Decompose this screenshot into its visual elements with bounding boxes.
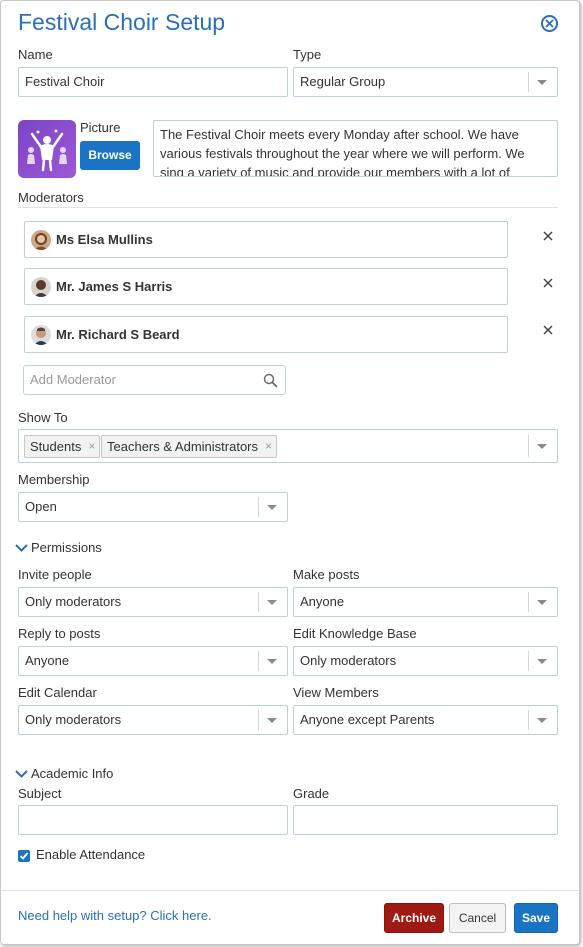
select-divider (528, 710, 529, 730)
edit-knowledge-base-select[interactable]: Only moderators (293, 646, 558, 676)
chevron-down-icon (15, 544, 28, 552)
moderator-name: Mr. Richard S Beard (56, 327, 180, 342)
view-members-value: Anyone except Parents (300, 712, 435, 727)
tag-label: Teachers & Administrators (107, 439, 259, 454)
make-posts-value: Anyone (300, 594, 345, 609)
check-icon (19, 852, 29, 860)
avatar (31, 230, 51, 250)
select-divider (258, 592, 259, 612)
select-divider (258, 710, 259, 730)
edit-calendar-value: Only moderators (25, 712, 122, 727)
add-moderator-input[interactable]: Add Moderator (23, 365, 286, 395)
membership-label: Membership (18, 472, 90, 487)
show-to-multiselect[interactable]: Students × Teachers & Administrators × (18, 429, 558, 463)
reply-to-posts-value: Anyone (25, 653, 70, 668)
moderator-card: Mr. Richard S Beard (24, 316, 508, 353)
chevron-down-icon (537, 80, 547, 85)
close-circle-icon[interactable] (541, 15, 558, 32)
moderator-name: Ms Elsa Mullins (56, 232, 153, 247)
subject-input[interactable] (18, 805, 288, 835)
tag-students: Students × (24, 435, 101, 458)
chevron-down-icon (267, 718, 277, 723)
save-button[interactable]: Save (514, 903, 558, 933)
remove-tag-x-icon[interactable]: × (88, 436, 95, 457)
edit-calendar-label: Edit Calendar (18, 685, 97, 700)
chevron-down-icon (537, 444, 547, 449)
chevron-down-icon (537, 600, 547, 605)
name-input[interactable]: Festival Choir (18, 67, 288, 97)
type-value: Regular Group (300, 74, 386, 89)
tag-label: Students (30, 439, 82, 454)
chevron-down-icon (267, 505, 277, 510)
cancel-button[interactable]: Cancel (449, 903, 506, 933)
remove-moderator-x-icon[interactable] (541, 276, 555, 290)
remove-moderator-x-icon[interactable] (541, 323, 555, 337)
add-moderator-placeholder: Add Moderator (30, 372, 116, 387)
browse-button[interactable]: Browse (80, 141, 140, 170)
moderators-label: Moderators (18, 190, 84, 205)
make-posts-select[interactable]: Anyone (293, 587, 558, 617)
membership-value: Open (25, 499, 57, 514)
moderator-name: Mr. James S Harris (56, 279, 173, 294)
select-divider (258, 497, 259, 517)
academic-info-heading: Academic Info (31, 766, 114, 781)
tag-teachers-administrators: Teachers & Administrators × (101, 435, 278, 458)
archive-button[interactable]: Archive (384, 903, 444, 933)
enable-attendance-checkbox[interactable] (18, 850, 30, 862)
reply-to-posts-label: Reply to posts (18, 626, 101, 641)
permissions-heading: Permissions (31, 540, 102, 555)
reply-to-posts-select[interactable]: Anyone (18, 646, 288, 676)
remove-tag-x-icon[interactable]: × (265, 436, 272, 457)
grade-label: Grade (293, 786, 330, 801)
description-textarea[interactable]: The Festival Choir meets every Monday af… (153, 120, 558, 177)
edit-knowledge-base-label: Edit Knowledge Base (293, 626, 417, 641)
moderator-card: Ms Elsa Mullins (24, 221, 508, 258)
grade-input[interactable] (293, 805, 558, 835)
subject-label: Subject (18, 786, 62, 801)
group-setup-modal: Festival Choir Setup Name Festival Choir… (0, 0, 580, 945)
choir-icon (27, 129, 67, 172)
chevron-down-icon (15, 770, 28, 778)
type-label: Type (293, 47, 322, 62)
enable-attendance-label[interactable]: Enable Attendance (36, 847, 145, 862)
help-link[interactable]: Need help with setup? Click here. (18, 908, 212, 923)
membership-select[interactable]: Open (18, 492, 288, 522)
search-icon (263, 373, 278, 388)
view-members-label: View Members (293, 685, 379, 700)
edit-knowledge-base-value: Only moderators (300, 653, 397, 668)
select-divider (528, 435, 529, 457)
modal-title: Festival Choir Setup (18, 9, 226, 35)
select-divider (528, 592, 529, 612)
make-posts-label: Make posts (293, 567, 360, 582)
group-picture (18, 120, 76, 178)
avatar (31, 277, 51, 297)
select-divider (528, 651, 529, 671)
select-divider (528, 72, 529, 92)
invite-people-value: Only moderators (25, 594, 122, 609)
remove-moderator-x-icon[interactable] (541, 229, 555, 243)
invite-people-label: Invite people (18, 567, 92, 582)
edit-calendar-select[interactable]: Only moderators (18, 705, 288, 735)
type-select[interactable]: Regular Group (293, 67, 558, 97)
modal-footer: Need help with setup? Click here. Archiv… (1, 890, 579, 944)
select-divider (258, 651, 259, 671)
name-label: Name (18, 47, 53, 62)
chevron-down-icon (537, 659, 547, 664)
chevron-down-icon (537, 718, 547, 723)
moderator-card: Mr. James S Harris (24, 268, 508, 305)
picture-label: Picture (80, 120, 121, 135)
view-members-select[interactable]: Anyone except Parents (293, 705, 558, 735)
avatar (31, 325, 51, 345)
divider (18, 207, 558, 208)
chevron-down-icon (267, 600, 277, 605)
chevron-down-icon (267, 659, 277, 664)
show-to-label: Show To (18, 410, 68, 425)
invite-people-select[interactable]: Only moderators (18, 587, 288, 617)
